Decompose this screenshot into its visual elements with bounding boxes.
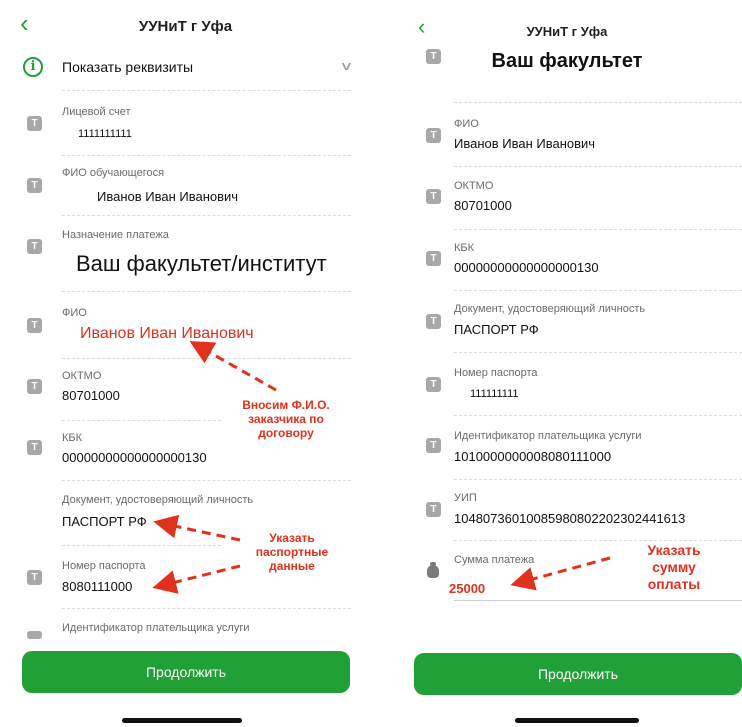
money-bag-icon (427, 562, 439, 578)
field-label: ФИО обучающегося (62, 167, 165, 179)
header-title: УУНиТ г Уфа (138, 18, 233, 35)
fio-input[interactable]: Иванов Иван Иванович (454, 136, 595, 151)
field-label: Сумма платежа (454, 554, 535, 566)
text-field-icon: T (27, 318, 42, 333)
field-label: Документ, удостоверяющий личность (62, 494, 254, 506)
text-field-icon: T (27, 178, 42, 193)
field-label: КБК (62, 432, 83, 444)
identity-document-input[interactable]: ПАСПОРТ РФ (62, 514, 147, 529)
field-label: ОКТМО (62, 370, 102, 382)
field-label: КБК (454, 242, 475, 254)
payer-id-input[interactable]: 1010000000008080111000 (454, 449, 611, 464)
divider (454, 415, 742, 416)
annotation-fio: Вносим Ф.И.О. заказчика по договору (242, 398, 330, 440)
text-field-icon: T (426, 189, 441, 204)
divider (62, 90, 351, 91)
details-toggle[interactable]: Показать реквизиты (62, 59, 193, 75)
info-icon: i (23, 57, 43, 77)
home-indicator (515, 718, 639, 723)
field-label: Номер паспорта (62, 560, 146, 572)
divider (62, 480, 351, 481)
divider (62, 608, 351, 609)
passport-number-input[interactable]: 8080111000 (62, 579, 132, 594)
field-label: Назначение платежа (62, 229, 169, 241)
text-field-icon: T (27, 379, 42, 394)
text-field-icon: T (426, 128, 441, 143)
left-screen: ‹ УУНиТ г Уфа i Показать реквизиты ∨ T Л… (0, 0, 371, 727)
annotation-passport: Указать паспортные данные (255, 531, 329, 573)
student-name-input[interactable]: Иванов Иван Иванович (97, 189, 238, 204)
divider (62, 215, 351, 216)
text-field-icon: T (27, 239, 42, 254)
continue-button[interactable]: Продолжить (22, 651, 350, 693)
chevron-down-icon[interactable]: ∨ (339, 59, 353, 73)
text-field-icon (27, 631, 42, 639)
field-label: Лицевой счет (62, 106, 131, 118)
field-label: Документ, удостоверяющий личность (454, 303, 646, 315)
amount-underline (454, 600, 742, 601)
text-field-icon: T (426, 314, 441, 329)
field-label: Номер паспорта (454, 367, 538, 379)
text-field-icon: T (27, 440, 42, 455)
amount-input[interactable]: 25000 (449, 581, 485, 596)
field-label: ФИО (454, 118, 479, 130)
oktmo-input[interactable]: 80701000 (454, 198, 512, 213)
divider (454, 290, 742, 291)
divider (454, 479, 742, 480)
home-indicator (122, 718, 242, 723)
divider (62, 545, 221, 546)
text-field-icon: T (426, 438, 441, 453)
field-label: Идентификатор плательщика услуги (454, 430, 642, 442)
divider (62, 420, 221, 421)
text-field-icon: T (426, 377, 441, 392)
text-field-icon: T (426, 251, 441, 266)
kbk-input[interactable]: 00000000000000000130 (454, 260, 599, 275)
kbk-input[interactable]: 00000000000000000130 (62, 450, 207, 465)
continue-button[interactable]: Продолжить (414, 653, 742, 695)
field-label: ФИО (62, 307, 87, 319)
identity-document-input[interactable]: ПАСПОРТ РФ (454, 322, 539, 337)
field-label: УИП (454, 492, 477, 504)
annotation-amount: Указать сумму оплаты (647, 542, 701, 592)
divider (454, 102, 742, 103)
header-title: УУНиТ г Уфа (526, 24, 608, 39)
divider (62, 291, 351, 292)
payment-purpose-input[interactable]: Ваш факультет/институт (76, 251, 327, 277)
text-field-icon: T (426, 502, 441, 517)
divider (454, 166, 742, 167)
faculty-heading: Ваш факультет (491, 50, 643, 72)
field-label: Идентификатор плательщика услуги (62, 622, 250, 634)
fio-input[interactable]: Иванов Иван Иванович (80, 325, 254, 343)
right-screen: ‹ УУНиТ г Уфа T Ваш факультет T ФИО Иван… (392, 0, 742, 727)
account-number-input[interactable]: 1111111111 (78, 128, 132, 140)
passport-number-input[interactable]: 111111111 (470, 388, 519, 400)
divider (62, 358, 351, 359)
divider (62, 155, 351, 156)
divider (454, 229, 742, 230)
field-label: ОКТМО (454, 180, 494, 192)
uip-input[interactable]: 10480736010085980802202302441613 (454, 511, 685, 526)
text-field-icon: T (27, 116, 42, 131)
divider (454, 540, 742, 541)
text-field-icon: T (27, 570, 42, 585)
divider (454, 352, 742, 353)
oktmo-input[interactable]: 80701000 (62, 388, 120, 403)
